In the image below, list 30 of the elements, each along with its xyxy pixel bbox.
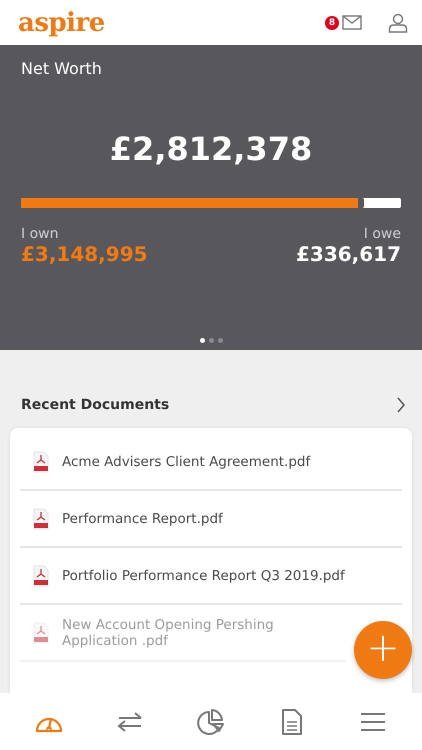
menu-icon [360,712,386,732]
document-item[interactable]: Portfolio Performance Report Q3 2019.pdf [20,548,402,605]
user-icon [388,12,408,32]
section-heading: Recent Documents [21,397,170,413]
net-worth-amount: £2,812,378 [110,130,312,168]
page-dot[interactable] [200,338,204,343]
document-item[interactable]: Acme Advisers Client Agreement.pdf [20,434,402,491]
notification-badge: 8 [325,16,339,30]
document-name: New Account Opening Pershing Application .pdf [62,616,275,648]
pie-chart-icon [196,708,225,736]
page-dot[interactable] [218,338,222,343]
chevron-right-icon [396,397,406,413]
pdf-file-icon [32,508,50,530]
owe-label: I owe [364,226,401,242]
arrows-icon [116,710,144,732]
pdf-file-icon [32,450,50,472]
pdf-file-icon [32,564,50,586]
document-item[interactable]: Performance Report.pdf [20,491,402,548]
envelope-icon [342,15,362,30]
page-dot[interactable] [208,338,214,343]
owe-amount: £336,617 [296,242,401,266]
document-name: Performance Report.pdf [62,510,223,526]
document-name: Acme Advisers Client Agreement.pdf [62,454,310,470]
own-label: I own [21,226,60,242]
app-logo: aspire [18,10,105,36]
document-name: Portfolio Performance Report Q3 2019.pdf [62,568,345,584]
section-title: Net Worth [21,59,102,78]
pdf-file-icon [32,622,50,644]
document-icon [281,708,304,736]
own-amount: £3,148,995 [21,242,148,266]
